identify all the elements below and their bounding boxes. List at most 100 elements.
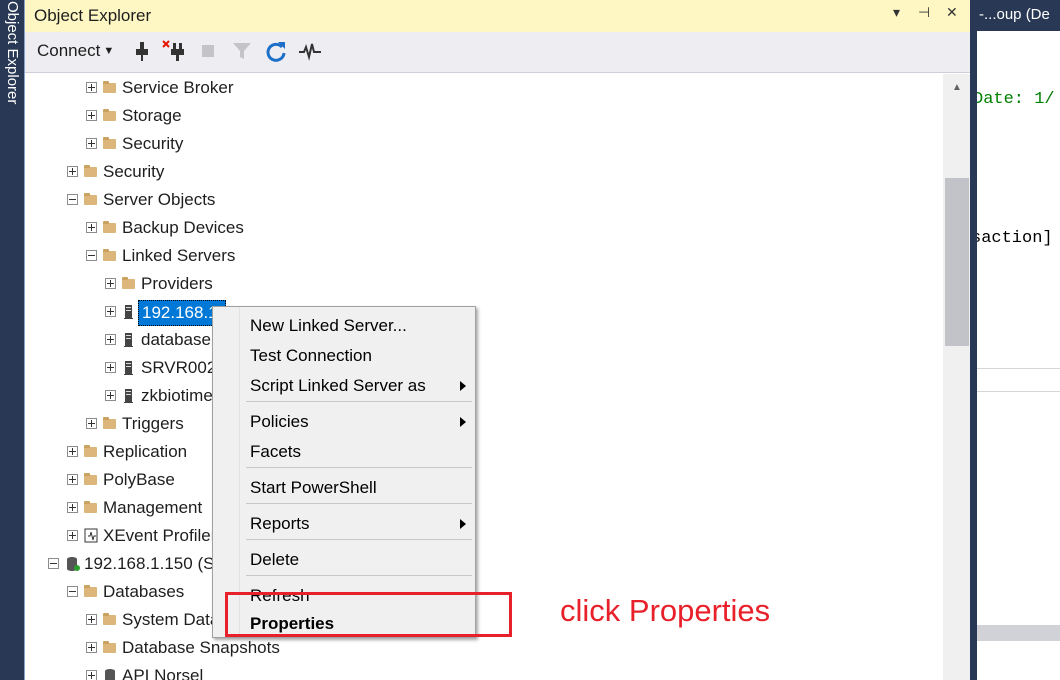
tree-node[interactable]: Server Objects [25,188,943,214]
menu-item-start-powershell[interactable]: Start PowerShell [239,472,474,502]
tree-node[interactable]: Linked Servers [25,244,943,270]
tree-node[interactable]: 192.168.1. [25,300,943,326]
folder-icon [84,501,97,513]
tree-node-label: System Datal [122,610,224,629]
collapse-icon[interactable] [67,194,78,205]
expand-icon[interactable] [86,642,97,653]
tree-node[interactable]: Database Snapshots [25,636,943,662]
menu-item-script-linked-server-as[interactable]: Script Linked Server as [239,370,474,400]
expand-icon[interactable] [67,166,78,177]
menu-item-policies[interactable]: Policies [239,406,474,436]
panel-splitter[interactable] [970,0,977,680]
expand-icon[interactable] [67,530,78,541]
expand-icon[interactable] [67,474,78,485]
chevron-down-icon: ▼ [103,45,115,57]
tree-node-label: XEvent Profiler [103,526,217,545]
pin-icon[interactable]: ⊣ [918,4,930,21]
tree-node[interactable]: Triggers [25,412,943,438]
scroll-up-icon[interactable]: ▲ [952,82,962,93]
tree-node[interactable]: Storage [25,104,943,130]
object-explorer-side-tab[interactable]: Object Explorer [0,0,24,125]
menu-separator [246,467,472,468]
folder-icon [84,193,97,205]
object-explorer-panel: Object Explorer ▾ ⊣ ✕ Connect ▼ Service … [24,0,972,680]
close-icon[interactable]: ✕ [946,4,958,21]
tree-node[interactable]: Service Broker [25,76,943,102]
query-editor[interactable]: -...oup (De Date: 1/ saction] [977,0,1060,680]
menu-item-facets[interactable]: Facets [239,436,474,466]
tree-node[interactable]: 192.168.1.150 (SC [25,552,943,578]
window-position-dropdown-icon[interactable]: ▾ [893,4,900,21]
side-tab-strip: Object Explorer [0,0,24,680]
tree-node[interactable]: zkbiotime [25,384,943,410]
tree-node-label: Backup Devices [122,218,244,237]
tree-node-label: Database Snapshots [122,638,280,657]
connect-button[interactable]: Connect ▼ [37,41,114,61]
stop-icon[interactable] [195,38,221,64]
tree-node[interactable]: API Norsel [25,664,943,680]
tree-node-label: API Norsel [122,666,204,680]
submenu-arrow-icon [460,519,466,529]
tree-node[interactable]: Management [25,496,943,522]
expand-icon[interactable] [105,334,116,345]
tree-vertical-scrollbar[interactable]: ▲ [943,74,971,680]
collapse-icon[interactable] [86,250,97,261]
tree-node-label: Triggers [122,414,184,433]
expand-icon[interactable] [105,362,116,373]
tree-node[interactable]: Providers [25,272,943,298]
menu-item-delete[interactable]: Delete [239,544,474,574]
folder-icon [103,81,116,93]
expand-icon[interactable] [86,418,97,429]
expand-icon[interactable] [105,278,116,289]
tree-node[interactable]: SRVR002\/ [25,356,943,382]
expand-icon[interactable] [86,138,97,149]
expand-icon[interactable] [86,670,97,680]
linked-server-icon [122,332,136,347]
panel-title: Object Explorer [34,6,152,25]
folder-icon [103,641,116,653]
tree-node[interactable]: Security [25,132,943,158]
linked-server-icon [122,360,136,375]
folder-icon [103,249,116,261]
expand-icon[interactable] [67,502,78,513]
menu-separator [246,401,472,402]
disconnect-icon[interactable] [161,38,187,64]
filter-icon[interactable] [229,38,255,64]
collapse-icon[interactable] [67,586,78,597]
scrollbar-thumb[interactable] [945,178,969,346]
tree-node[interactable]: Security [25,160,943,186]
expand-icon[interactable] [86,222,97,233]
folder-icon [103,613,116,625]
tree-node-label: PolyBase [103,470,175,489]
menu-item-new-linked-server[interactable]: New Linked Server... [239,310,474,340]
server-connection-icon [65,556,80,571]
tree-node-label: Server Objects [103,190,216,209]
activity-monitor-icon[interactable] [297,38,323,64]
menu-item-test-connection[interactable]: Test Connection [239,340,474,370]
tree-node[interactable]: Replication [25,440,943,466]
tree-node[interactable]: PolyBase [25,468,943,494]
submenu-arrow-icon [460,417,466,427]
editor-tab[interactable]: -...oup (De [977,0,1060,31]
tree-node[interactable]: database.w [25,328,943,354]
tree-node[interactable]: XEvent Profiler [25,524,943,550]
collapse-icon[interactable] [48,558,59,569]
refresh-icon[interactable] [263,38,289,64]
connect-icon[interactable] [129,38,155,64]
expand-icon[interactable] [105,306,116,317]
side-tab-label: Object Explorer [4,1,21,105]
expand-icon[interactable] [105,390,116,401]
menu-item-label: Facets [250,442,302,461]
expand-icon[interactable] [86,82,97,93]
expand-icon[interactable] [86,614,97,625]
tree-node[interactable]: Backup Devices [25,216,943,242]
editor-horizontal-scrollbar[interactable] [977,625,1060,641]
panel-title-bar: Object Explorer ▾ ⊣ ✕ [25,0,971,32]
linked-server-icon [122,304,136,319]
tree-node-label: 192.168.1.150 (SC [84,554,227,573]
expand-icon[interactable] [86,110,97,121]
menu-item-reports[interactable]: Reports [239,508,474,538]
expand-icon[interactable] [67,446,78,457]
editor-divider [977,391,1060,392]
menu-item-label: Script Linked Server as [250,376,426,395]
